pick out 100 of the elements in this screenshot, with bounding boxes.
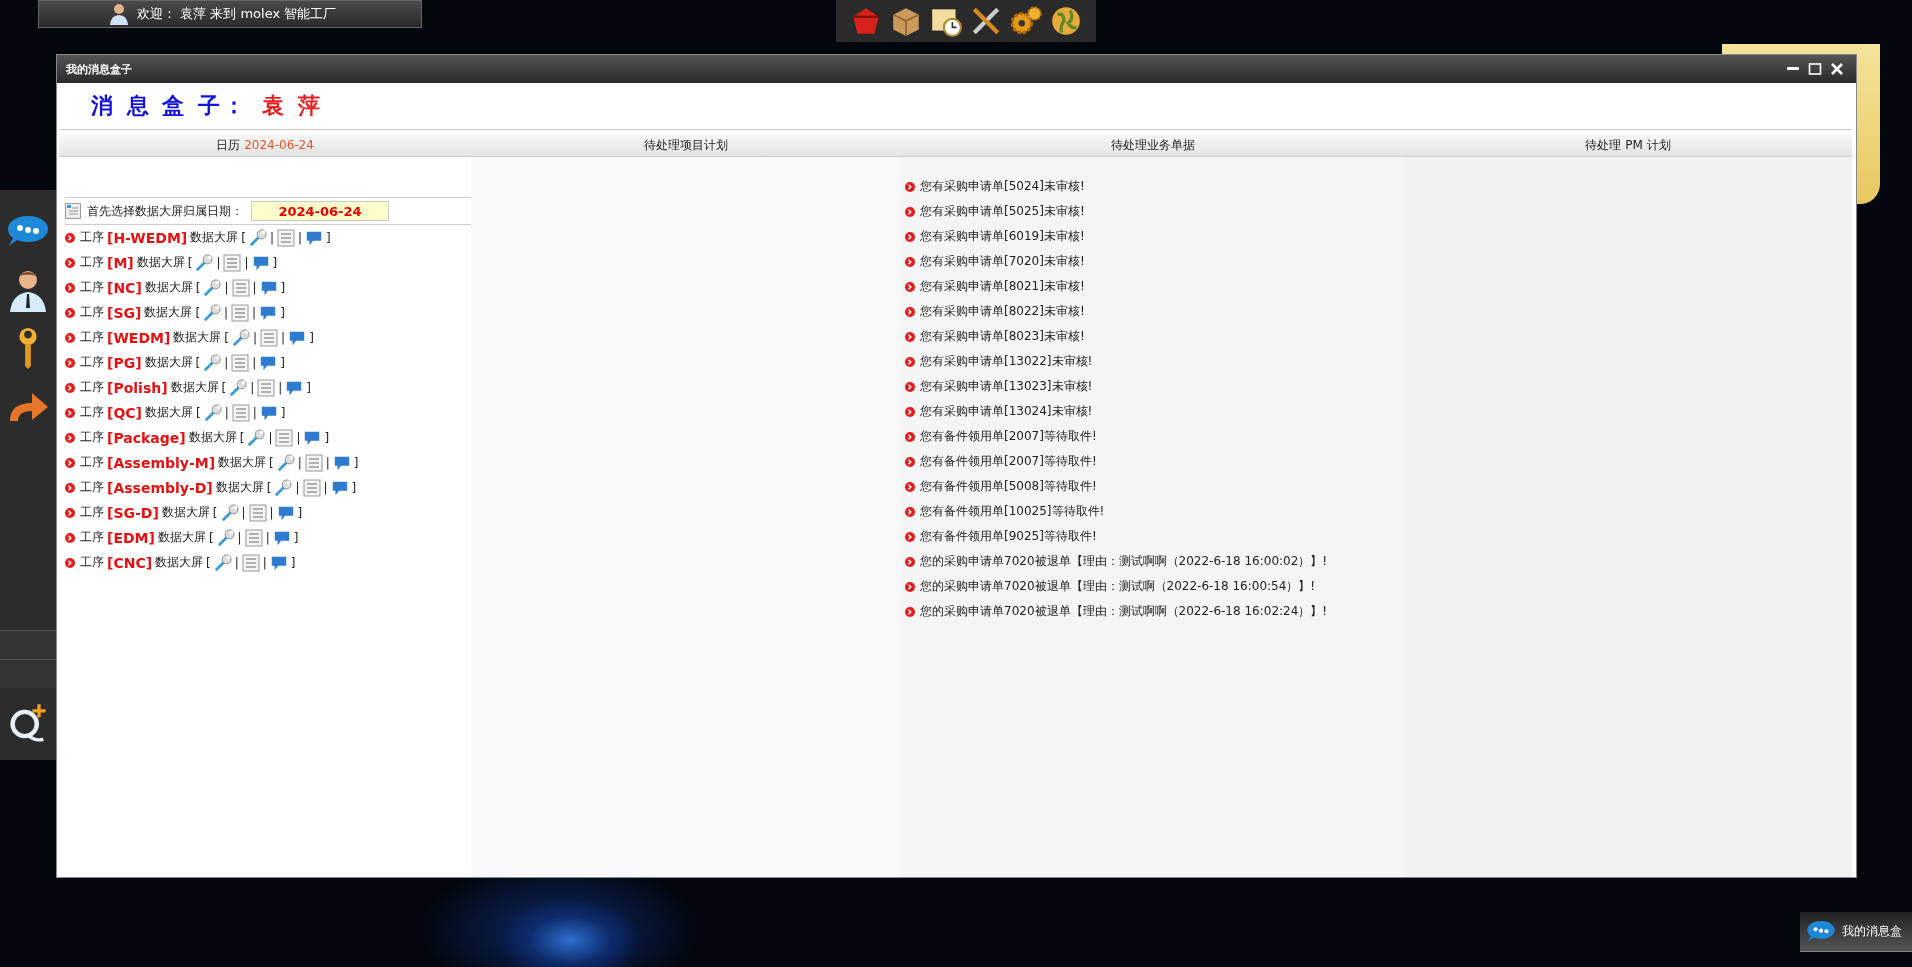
bracket-text: [ bbox=[206, 555, 211, 570]
bracket-text: [ bbox=[196, 405, 201, 420]
bullet-icon bbox=[65, 232, 75, 243]
process-link[interactable]: [Package] bbox=[107, 429, 186, 446]
separator-text: | bbox=[269, 230, 274, 245]
list-icon[interactable] bbox=[231, 278, 250, 297]
message-link[interactable]: 您有采购申请单[6019]未审核! bbox=[920, 228, 1085, 245]
message-link[interactable]: 您有采购申请单[5025]未审核! bbox=[920, 203, 1085, 220]
process-link[interactable]: [Polish] bbox=[107, 379, 168, 396]
list-icon[interactable] bbox=[241, 553, 260, 572]
process-link[interactable]: [PG] bbox=[107, 354, 142, 371]
message-link[interactable]: 您有采购申请单[8022]未审核! bbox=[920, 303, 1085, 320]
bullet-icon bbox=[905, 331, 915, 342]
bullet-icon bbox=[65, 507, 75, 518]
bracket-text: [ bbox=[195, 305, 201, 320]
column-header: 日历 2024-06-24 bbox=[216, 136, 314, 154]
bracket-text: ] bbox=[353, 455, 359, 470]
bracket-text: [ bbox=[241, 230, 246, 245]
list-icon[interactable] bbox=[257, 378, 276, 397]
separator-text: | bbox=[224, 305, 229, 320]
list-icon[interactable] bbox=[302, 478, 321, 497]
separator-text: | bbox=[262, 555, 267, 570]
bracket-text: ] bbox=[309, 330, 314, 345]
separator-text: | bbox=[325, 455, 330, 470]
message-link[interactable]: 您的采购申请单7020被退单【理由：测试啊（2022-6-18 16:00:54）】! bbox=[920, 578, 1316, 595]
separator-text: | bbox=[268, 430, 273, 445]
process-link[interactable]: [SG-D] bbox=[107, 504, 159, 521]
list-icon[interactable] bbox=[231, 303, 250, 322]
process-prefix: 工序 bbox=[80, 504, 104, 521]
process-link[interactable]: [WEDM] bbox=[107, 329, 171, 346]
heading-label: 消 息 盒 子： bbox=[91, 92, 248, 120]
list-icon[interactable] bbox=[223, 253, 242, 272]
process-link[interactable]: [SG] bbox=[107, 304, 142, 321]
screen-label: 数据大屏 bbox=[188, 429, 237, 446]
process-link[interactable]: [EDM] bbox=[107, 529, 155, 546]
message-link[interactable]: 您的采购申请单7020被退单【理由：测试啊啊（2022-6-18 16:02:24）】! bbox=[920, 603, 1328, 620]
message-link[interactable]: 您有采购申请单[13023]未审核! bbox=[920, 378, 1093, 395]
message-link[interactable]: 您有备件领用单[10025]等待取件! bbox=[920, 503, 1105, 520]
date-field[interactable]: 2024-06-24 bbox=[251, 201, 389, 221]
process-prefix: 工序 bbox=[80, 454, 104, 471]
screen-label: 数据大屏 bbox=[145, 404, 193, 421]
screen-label: 数据大屏 bbox=[161, 504, 210, 521]
process-link[interactable]: [QC] bbox=[107, 404, 142, 421]
list-icon[interactable] bbox=[231, 403, 250, 422]
bullet-icon bbox=[905, 181, 915, 192]
bullet-icon bbox=[65, 557, 75, 568]
process-link[interactable]: [CNC] bbox=[107, 554, 153, 571]
process-prefix: 工序 bbox=[80, 529, 104, 546]
process-prefix: 工序 bbox=[80, 404, 104, 421]
bracket-text: ] bbox=[297, 505, 303, 520]
bracket-text: [ bbox=[187, 255, 193, 270]
process-prefix: 工序 bbox=[80, 229, 104, 246]
message-link[interactable]: 您有采购申请单[13024]未审核! bbox=[920, 403, 1093, 420]
dock-button[interactable]: 我的消息盒 bbox=[1800, 912, 1912, 952]
message-link[interactable]: 您有备件领用单[2007]等待取件! bbox=[920, 453, 1097, 470]
process-link[interactable]: [H-WEDM] bbox=[107, 229, 188, 246]
window-title: 我的消息盒子 bbox=[66, 61, 132, 77]
bracket-text: ] bbox=[280, 305, 285, 320]
process-link[interactable]: [Assembly-D] bbox=[107, 479, 213, 496]
bullet-icon bbox=[65, 432, 75, 443]
list-icon[interactable] bbox=[304, 453, 323, 472]
screen-label: 数据大屏 bbox=[144, 354, 193, 371]
message-link[interactable]: 您有采购申请单[8021]未审核! bbox=[920, 278, 1085, 295]
screen-label: 数据大屏 bbox=[155, 554, 204, 571]
message-link[interactable]: 您的采购申请单7020被退单【理由：测试啊啊（2022-6-18 16:00:02）】! bbox=[920, 553, 1328, 570]
separator-text: | bbox=[252, 355, 257, 370]
list-icon[interactable] bbox=[277, 228, 295, 247]
separator-text: | bbox=[252, 280, 257, 295]
message-link[interactable]: 您有备件领用单[5008]等待取件! bbox=[920, 478, 1097, 495]
separator-text: | bbox=[224, 405, 229, 420]
list-icon[interactable] bbox=[231, 353, 250, 372]
process-link[interactable]: [Assembly-M] bbox=[107, 454, 216, 471]
separator-text: | bbox=[224, 280, 229, 295]
message-link[interactable]: 您有采购申请单[13022]未审核! bbox=[920, 353, 1093, 370]
separator-text: | bbox=[323, 480, 328, 495]
bullet-icon bbox=[905, 306, 915, 317]
screen-label: 数据大屏 bbox=[218, 454, 267, 471]
screen-label: 数据大屏 bbox=[136, 254, 185, 271]
list-icon[interactable] bbox=[244, 528, 263, 547]
list-icon[interactable] bbox=[248, 503, 267, 522]
message-link[interactable]: 您有采购申请单[8023]未审核! bbox=[920, 328, 1085, 345]
column-header: 待处理 PM 计划 bbox=[1585, 136, 1671, 154]
message-link[interactable]: 您有采购申请单[5024]未审核! bbox=[920, 178, 1085, 195]
process-link[interactable]: [NC] bbox=[107, 279, 142, 296]
screen-label: 数据大屏 bbox=[144, 304, 193, 321]
bullet-icon bbox=[65, 532, 75, 543]
list-icon[interactable] bbox=[275, 428, 294, 447]
bracket-text: ] bbox=[280, 405, 286, 420]
message-link[interactable]: 您有采购申请单[7020]未审核! bbox=[920, 253, 1085, 270]
column-header: 待处理业务单据 bbox=[1110, 136, 1195, 154]
message-link[interactable]: 您有备件领用单[2007]等待取件! bbox=[920, 428, 1097, 445]
close-icon[interactable] bbox=[1830, 62, 1844, 76]
bracket-text: [ bbox=[208, 530, 214, 545]
maximize-icon[interactable] bbox=[1808, 62, 1822, 76]
list-icon[interactable] bbox=[260, 328, 279, 347]
process-link[interactable]: [M] bbox=[107, 254, 134, 271]
bracket-text: ] bbox=[280, 280, 286, 295]
globe-icon[interactable] bbox=[1049, 4, 1083, 38]
message-link[interactable]: 您有备件领用单[9025]等待取件! bbox=[920, 528, 1097, 545]
screen-label: 数据大屏 bbox=[144, 279, 193, 296]
